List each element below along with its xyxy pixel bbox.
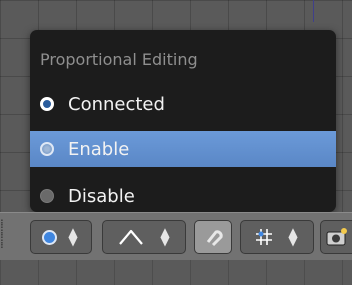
proportional-editing-dropdown[interactable]: ▲ ▼ <box>30 220 92 254</box>
proportional-editing-icon <box>41 229 57 245</box>
viewport-header: ⁞ ⁞ ⁞ ▲ ▼ ▲ ▼ ▲ ▼ <box>0 212 352 261</box>
proportional-editing-button[interactable] <box>31 221 67 253</box>
camera-button[interactable] <box>321 221 352 253</box>
falloff-button[interactable] <box>103 221 159 253</box>
radio-enable-icon <box>40 142 54 156</box>
axis-line <box>313 0 314 22</box>
menu-item-connected[interactable]: Connected <box>30 86 336 122</box>
menu-title: Proportional Editing <box>40 50 198 69</box>
grip-handle-icon[interactable]: ⁞ ⁞ ⁞ <box>0 218 10 250</box>
snap-element-dropdown[interactable]: ▲ ▼ <box>240 220 314 254</box>
radio-disable-icon <box>40 189 54 203</box>
camera-icon <box>326 228 347 246</box>
menu-item-label: Enable <box>68 138 130 160</box>
falloff-dropdown[interactable]: ▲ ▼ <box>102 220 186 254</box>
render-button[interactable] <box>320 220 352 254</box>
snap-element-button[interactable] <box>241 221 287 253</box>
bottom-viewport-strip <box>0 260 352 285</box>
snap-grid-icon <box>256 229 272 245</box>
magnet-icon <box>206 230 223 247</box>
dropdown-arrows-icon: ▲ ▼ <box>288 225 298 248</box>
menu-item-label: Connected <box>68 93 165 115</box>
proportional-editing-menu: Proportional Editing Connected Enable Di… <box>30 30 336 212</box>
snap-button[interactable] <box>195 221 231 253</box>
radio-connected-icon <box>40 97 54 111</box>
dropdown-arrows-icon: ▲ ▼ <box>68 225 78 248</box>
falloff-curve-icon <box>119 229 143 245</box>
snap-toggle[interactable] <box>194 220 232 254</box>
menu-item-enable[interactable]: Enable <box>30 131 336 167</box>
menu-item-disable[interactable]: Disable <box>30 178 336 212</box>
dropdown-arrows-icon: ▲ ▼ <box>160 225 170 248</box>
menu-item-label: Disable <box>68 185 135 207</box>
